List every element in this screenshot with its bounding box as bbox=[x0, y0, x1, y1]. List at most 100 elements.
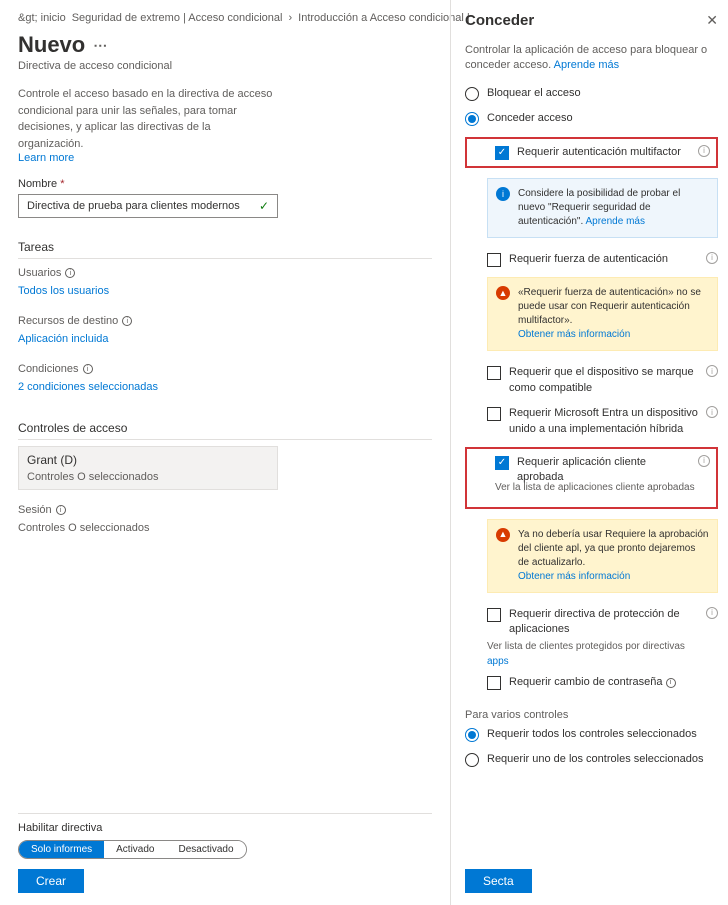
session-value[interactable]: Controles O seleccionados bbox=[18, 522, 432, 534]
panel-learn-more[interactable]: Aprende más bbox=[554, 59, 619, 71]
radio-icon bbox=[465, 87, 479, 101]
select-button[interactable]: Secta bbox=[465, 869, 532, 893]
grant-block[interactable]: Grant (D) Controles O seleccionados bbox=[18, 446, 278, 490]
checkbox-icon bbox=[487, 608, 501, 622]
info-icon[interactable]: i bbox=[122, 316, 132, 326]
target-value[interactable]: Aplicación incluida bbox=[18, 333, 432, 345]
warning-icon: ▲ bbox=[496, 528, 510, 542]
create-button[interactable]: Crear bbox=[18, 869, 84, 893]
info-icon[interactable]: i bbox=[666, 678, 676, 688]
check-app-protection[interactable]: Requerir directiva de protección de apli… bbox=[487, 607, 718, 638]
page-description: Controle el acceso basado en la directiv… bbox=[18, 86, 278, 152]
check-label: Requerir Microsoft Entra un dispositivo … bbox=[509, 406, 698, 437]
info-callout-auth-strength: i Considere la posibilidad de probar el … bbox=[487, 178, 718, 238]
radio-grant-access[interactable]: Conceder acceso bbox=[465, 111, 718, 126]
warning-icon: ▲ bbox=[496, 286, 510, 300]
users-value[interactable]: Todos los usuarios bbox=[18, 285, 432, 297]
check-auth-strength[interactable]: Requerir fuerza de autenticación i bbox=[487, 252, 718, 267]
check-label: Requerir directiva de protección de apli… bbox=[509, 607, 698, 638]
access-controls-heading: Controles de acceso bbox=[18, 421, 432, 440]
info-icon: i bbox=[496, 187, 510, 201]
name-input[interactable]: Directiva de prueba para clientes modern… bbox=[18, 194, 278, 218]
radio-require-one[interactable]: Requerir uno de los controles selecciona… bbox=[465, 752, 718, 767]
check-hybrid-joined[interactable]: Requerir Microsoft Entra un dispositivo … bbox=[487, 406, 718, 437]
learn-more-link[interactable]: Learn more bbox=[18, 152, 432, 164]
close-icon[interactable]: ✕ bbox=[706, 12, 718, 29]
checkbox-icon bbox=[487, 676, 501, 690]
radio-icon bbox=[465, 728, 479, 742]
users-label: Usuarios i bbox=[18, 267, 432, 279]
name-label: Nombre * bbox=[18, 178, 432, 190]
breadcrumb-intro[interactable]: Introducción a Acceso condicional | bbox=[298, 12, 470, 24]
checkbox-icon bbox=[495, 456, 509, 470]
info-icon[interactable]: i bbox=[706, 365, 718, 377]
target-label: Recursos de destino i bbox=[18, 315, 432, 327]
checkbox-icon bbox=[487, 253, 501, 267]
grant-panel: Conceder ✕ Controlar la aplicación de ac… bbox=[450, 0, 728, 905]
enable-policy-toggle[interactable]: Solo informes Activado Desactivado bbox=[18, 840, 247, 859]
session-label: Sesión i bbox=[18, 504, 432, 516]
check-password-change[interactable]: Requerir cambio de contraseña i bbox=[487, 675, 718, 690]
check-compliant-device[interactable]: Requerir que el dispositivo se marque co… bbox=[487, 365, 718, 396]
callout-text: Ya no debería usar Requiere la aprobació… bbox=[518, 529, 709, 568]
radio-require-all[interactable]: Requerir todos los controles seleccionad… bbox=[465, 727, 718, 742]
checkbox-icon bbox=[487, 407, 501, 421]
radio-icon bbox=[465, 112, 479, 126]
more-icon[interactable]: ⋯ bbox=[93, 37, 107, 54]
grant-title: Grant (D) bbox=[27, 453, 269, 467]
radio-icon bbox=[465, 753, 479, 767]
check-require-mfa[interactable]: Requerir autenticación multifactor i bbox=[495, 145, 710, 160]
check-icon: ✓ bbox=[259, 199, 269, 213]
pill-on[interactable]: Activado bbox=[104, 841, 166, 858]
page-title-text: Nuevo bbox=[18, 32, 85, 58]
check-label: Requerir fuerza de autenticación bbox=[509, 252, 698, 267]
callout-link[interactable]: Aprende más bbox=[586, 216, 645, 227]
check-approved-client[interactable]: Requerir aplicación cliente aprobada i bbox=[495, 455, 710, 486]
warn-callout-approved: ▲ Ya no debería usar Requiere la aprobac… bbox=[487, 519, 718, 593]
page-title: Nuevo ⋯ bbox=[18, 32, 432, 58]
pill-off[interactable]: Desactivado bbox=[167, 841, 246, 858]
radio-label: Requerir uno de los controles selecciona… bbox=[487, 752, 718, 767]
info-icon[interactable]: i bbox=[706, 406, 718, 418]
panel-title: Conceder bbox=[465, 12, 534, 29]
enable-policy-label: Habilitar directiva bbox=[18, 813, 432, 834]
conditions-value[interactable]: 2 condiciones seleccionadas bbox=[18, 381, 432, 393]
bottom-bar: Habilitar directiva Solo informes Activa… bbox=[18, 813, 432, 893]
tasks-heading: Tareas bbox=[18, 240, 432, 259]
radio-label: Bloquear el acceso bbox=[487, 86, 718, 101]
protection-link-text: Ver lista de clientes protegidos por dir… bbox=[487, 641, 718, 652]
info-icon[interactable]: i bbox=[698, 455, 710, 467]
info-icon[interactable]: i bbox=[65, 268, 75, 278]
breadcrumb-home[interactable]: &gt; inicio bbox=[18, 12, 66, 24]
grant-subtitle: Controles O seleccionados bbox=[27, 471, 269, 483]
protection-apps-link[interactable]: apps bbox=[487, 656, 718, 667]
radio-label: Requerir todos los controles seleccionad… bbox=[487, 727, 718, 742]
callout-link[interactable]: Obtener más información bbox=[518, 329, 630, 340]
info-icon[interactable]: i bbox=[83, 364, 93, 374]
info-icon[interactable]: i bbox=[706, 607, 718, 619]
page-subtitle: Directiva de acceso condicional bbox=[18, 60, 432, 72]
info-icon[interactable]: i bbox=[706, 252, 718, 264]
check-label: Requerir aplicación cliente aprobada bbox=[517, 455, 690, 486]
info-icon[interactable]: i bbox=[698, 145, 710, 157]
highlight-mfa: Requerir autenticación multifactor i bbox=[465, 137, 718, 168]
breadcrumb: &gt; inicio Seguridad de extremo | Acces… bbox=[18, 12, 432, 24]
main-panel: &gt; inicio Seguridad de extremo | Acces… bbox=[0, 0, 450, 905]
pill-report-only[interactable]: Solo informes bbox=[19, 841, 104, 858]
panel-description: Controlar la aplicación de acceso para b… bbox=[465, 43, 718, 74]
breadcrumb-security[interactable]: Seguridad de extremo | Acceso condiciona… bbox=[72, 12, 283, 24]
check-label: Requerir autenticación multifactor bbox=[517, 145, 690, 160]
chevron-right-icon: › bbox=[288, 12, 292, 24]
info-icon[interactable]: i bbox=[56, 505, 66, 515]
check-label: Requerir que el dispositivo se marque co… bbox=[509, 365, 698, 396]
checkbox-icon bbox=[495, 146, 509, 160]
checkbox-icon bbox=[487, 366, 501, 380]
callout-link[interactable]: Obtener más información bbox=[518, 571, 630, 582]
radio-label: Conceder acceso bbox=[487, 111, 718, 126]
radio-block-access[interactable]: Bloquear el acceso bbox=[465, 86, 718, 101]
check-label: Requerir cambio de contraseña i bbox=[509, 675, 718, 690]
callout-text: «Requerir fuerza de autenticación» no se… bbox=[518, 287, 701, 326]
multiple-controls-heading: Para varios controles bbox=[465, 709, 718, 721]
conditions-label: Condiciones i bbox=[18, 363, 432, 375]
name-input-value: Directiva de prueba para clientes modern… bbox=[27, 200, 240, 212]
